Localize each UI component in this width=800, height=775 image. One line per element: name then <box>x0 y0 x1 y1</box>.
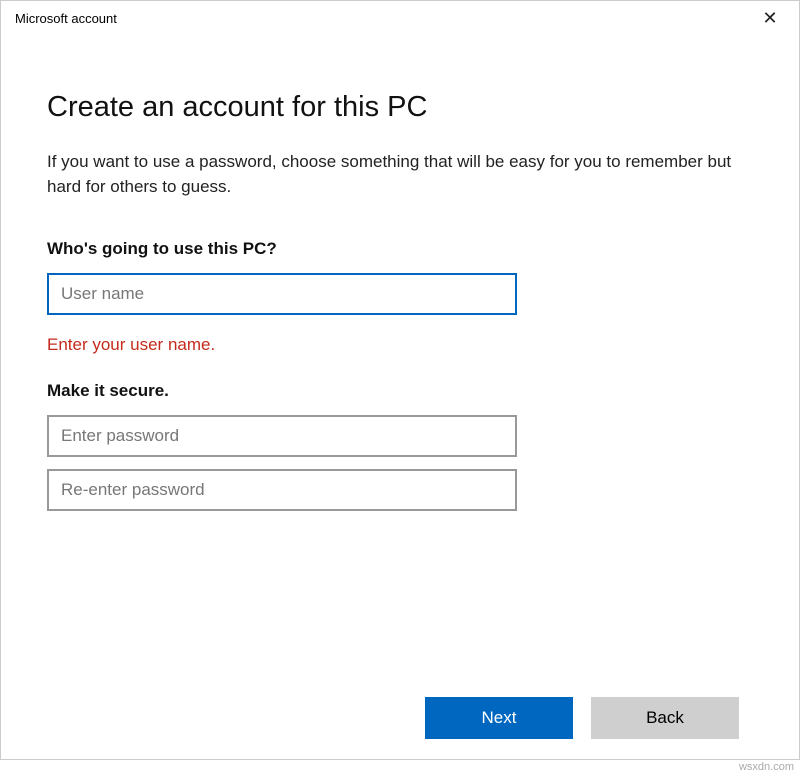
close-icon: ✕ <box>762 8 777 29</box>
reenter-password-field-wrap <box>47 469 759 511</box>
username-error: Enter your user name. <box>47 335 759 355</box>
back-button[interactable]: Back <box>591 697 739 739</box>
page-description: If you want to use a password, choose so… <box>47 150 759 199</box>
page-heading: Create an account for this PC <box>47 91 759 124</box>
dialog-window: Microsoft account ✕ Create an account fo… <box>0 0 800 760</box>
username-field-wrap <box>47 273 759 315</box>
content-area: Create an account for this PC If you wan… <box>1 35 799 759</box>
close-button[interactable]: ✕ <box>753 1 787 35</box>
window-title: Microsoft account <box>15 11 117 26</box>
password-section-label: Make it secure. <box>47 381 759 401</box>
button-bar: Next Back <box>47 697 759 759</box>
titlebar: Microsoft account ✕ <box>1 1 799 35</box>
spacer <box>47 523 759 697</box>
password-field-wrap <box>47 415 759 457</box>
username-input[interactable] <box>47 273 517 315</box>
password-input[interactable] <box>47 415 517 457</box>
reenter-password-input[interactable] <box>47 469 517 511</box>
next-button[interactable]: Next <box>425 697 573 739</box>
watermark: wsxdn.com <box>739 761 794 773</box>
username-section-label: Who's going to use this PC? <box>47 239 759 259</box>
